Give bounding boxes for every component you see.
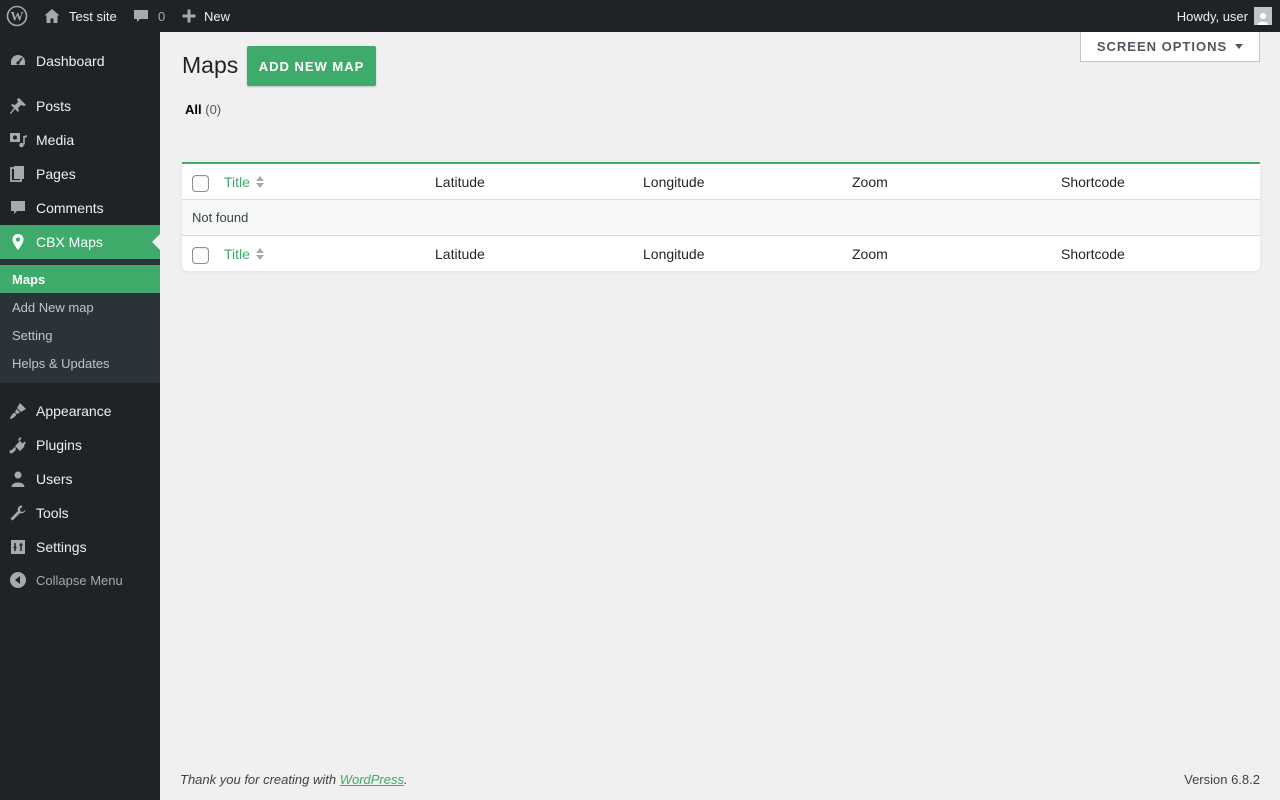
footer-thanks: Thank you for creating with WordPress. — [180, 772, 408, 787]
filter-all-link[interactable]: All — [185, 102, 202, 117]
menu-label: Pages — [36, 166, 76, 182]
menu-item-users[interactable]: Users — [0, 462, 160, 496]
menu-label: Media — [36, 132, 75, 148]
admin-bar: W Test site 0 New Howdy, user — [0, 0, 1280, 32]
menu-item-dashboard[interactable]: Dashboard — [0, 44, 160, 78]
empty-message: Not found — [192, 210, 249, 225]
menu-label: Users — [36, 471, 73, 487]
menu-item-comments[interactable]: Comments — [0, 191, 160, 225]
column-title-sortable-footer[interactable]: Title — [224, 236, 264, 272]
new-label: New — [204, 8, 231, 24]
menu-label: Posts — [36, 98, 72, 114]
submenu-item-maps[interactable]: Maps — [0, 265, 160, 293]
comments-count: 0 — [158, 8, 166, 24]
menu-item-cbx-maps[interactable]: CBX Maps — [0, 225, 160, 259]
column-zoom: Zoom — [852, 174, 888, 190]
add-new-map-button[interactable]: ADD NEW MAP — [247, 46, 376, 86]
menu-label: Comments — [36, 200, 104, 216]
column-latitude-footer: Latitude — [435, 246, 485, 262]
collapse-menu-button[interactable]: Collapse Menu — [0, 563, 160, 597]
pin-icon — [0, 97, 36, 115]
menu-item-settings[interactable]: Settings — [0, 530, 160, 564]
dashboard-icon — [0, 52, 36, 70]
status-filter: All (0) — [185, 102, 221, 117]
avatar-person-icon — [1257, 13, 1269, 25]
empty-row: Not found — [182, 200, 1260, 236]
pages-icon — [0, 165, 36, 183]
footer-version: Version 6.8.2 — [1184, 772, 1260, 787]
home-icon — [44, 9, 60, 23]
page-title: Maps — [182, 52, 239, 78]
table-footer-row: Title Latitude Longitude Zoom Shortcode — [182, 236, 1260, 272]
filter-all-count: (0) — [205, 102, 222, 117]
submenu-item-setting[interactable]: Setting — [0, 321, 160, 349]
menu-item-posts[interactable]: Posts — [0, 89, 160, 123]
wordpress-logo-icon: W — [6, 5, 28, 27]
new-content-link[interactable]: New — [182, 0, 230, 32]
column-shortcode-footer: Shortcode — [1061, 246, 1125, 262]
comment-icon — [0, 199, 36, 217]
column-latitude: Latitude — [435, 174, 485, 190]
collapse-menu-label: Collapse Menu — [36, 572, 123, 588]
users-icon — [0, 470, 36, 488]
sort-indicator-icon — [255, 176, 264, 188]
comment-bubble-icon — [134, 10, 148, 22]
admin-sidebar: Dashboard Posts Media Pages Comments CBX… — [0, 32, 160, 800]
footer-thanks-suffix: . — [404, 772, 408, 787]
select-all-checkbox-footer[interactable] — [192, 247, 209, 264]
cbx-maps-submenu: Maps Add New map Setting Helps & Updates — [0, 259, 160, 383]
column-zoom-footer: Zoom — [852, 246, 888, 262]
submenu-item-add-new-map[interactable]: Add New map — [0, 293, 160, 321]
site-name: Test site — [69, 8, 117, 24]
wrench-icon — [0, 504, 36, 522]
howdy-text: Howdy, user — [1176, 8, 1248, 24]
menu-label: Settings — [36, 539, 87, 555]
menu-item-appearance[interactable]: Appearance — [0, 394, 160, 428]
submenu-item-helps-updates[interactable]: Helps & Updates — [0, 349, 160, 377]
menu-label: Appearance — [36, 403, 112, 419]
current-menu-arrow — [152, 234, 160, 250]
column-title-label: Title — [224, 174, 250, 190]
plus-icon — [182, 9, 196, 23]
column-title-label: Title — [224, 246, 250, 262]
column-longitude: Longitude — [643, 174, 705, 190]
menu-label: Tools — [36, 505, 69, 521]
table-header-row: Title Latitude Longitude Zoom Shortcode — [182, 164, 1260, 200]
settings-icon — [0, 538, 36, 556]
maps-list-table: Title Latitude Longitude Zoom Shortcode … — [182, 162, 1260, 271]
menu-item-media[interactable]: Media — [0, 123, 160, 157]
paintbrush-icon — [0, 402, 36, 420]
select-all-checkbox[interactable] — [192, 175, 209, 192]
column-shortcode: Shortcode — [1061, 174, 1125, 190]
main-content: Maps ADD NEW MAP SCREEN OPTIONS All (0) … — [160, 32, 1280, 800]
menu-label: CBX Maps — [36, 234, 103, 250]
caret-down-icon — [1235, 44, 1244, 49]
wordpress-logo-button[interactable]: W — [6, 0, 28, 32]
menu-item-plugins[interactable]: Plugins — [0, 428, 160, 462]
footer-thanks-prefix: Thank you for creating with — [180, 772, 340, 787]
media-icon — [0, 131, 36, 149]
menu-label: Plugins — [36, 437, 82, 453]
menu-item-tools[interactable]: Tools — [0, 496, 160, 530]
svg-text:W: W — [11, 9, 24, 24]
location-pin-icon — [0, 233, 36, 251]
avatar — [1254, 7, 1272, 25]
screen-options-label: SCREEN OPTIONS — [1096, 39, 1228, 54]
comments-link[interactable]: 0 — [133, 0, 165, 32]
user-account-menu[interactable]: Howdy, user — [1177, 0, 1272, 32]
collapse-arrow-icon — [0, 571, 36, 589]
menu-item-pages[interactable]: Pages — [0, 157, 160, 191]
sort-indicator-icon — [255, 248, 264, 260]
menu-label: Dashboard — [36, 53, 105, 69]
screen-options-button[interactable]: SCREEN OPTIONS — [1080, 32, 1260, 62]
column-longitude-footer: Longitude — [643, 246, 705, 262]
column-title-sortable[interactable]: Title — [224, 164, 264, 200]
wordpress-link[interactable]: WordPress — [340, 772, 404, 787]
site-link[interactable]: Test site — [43, 0, 117, 32]
plugin-icon — [0, 436, 36, 454]
